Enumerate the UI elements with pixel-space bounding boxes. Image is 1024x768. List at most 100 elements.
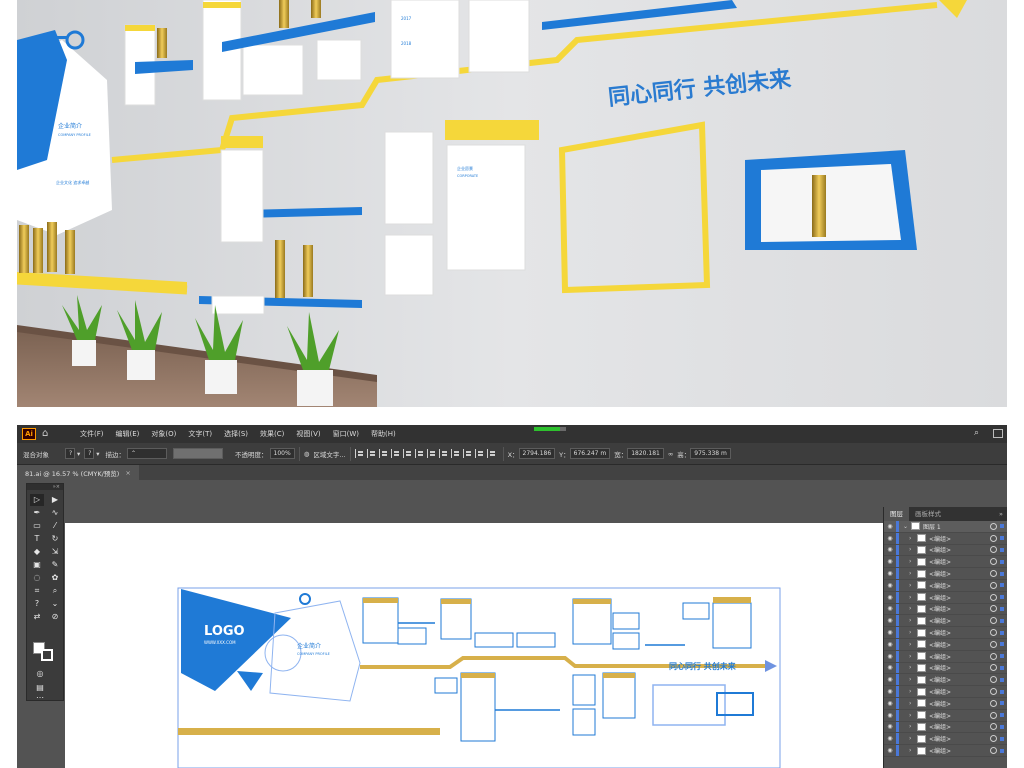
group-row[interactable]: ◉ › <编组> xyxy=(884,745,1007,757)
expand-icon[interactable]: › xyxy=(909,723,917,730)
layer-row[interactable]: ◉ ⌄ 图层 1 xyxy=(884,521,1007,533)
distribute-center-icon[interactable] xyxy=(474,449,484,458)
target-icon[interactable] xyxy=(990,581,997,589)
menu-window[interactable]: 窗口(W) xyxy=(333,429,359,439)
eye-icon[interactable]: ◉ xyxy=(884,712,896,719)
eye-icon[interactable]: ◉ xyxy=(884,629,896,636)
eye-icon[interactable]: ◉ xyxy=(884,641,896,648)
eye-icon[interactable]: ◉ xyxy=(884,570,896,577)
expand-icon[interactable]: › xyxy=(909,641,917,648)
eyedropper-tool-icon[interactable]: ✎ xyxy=(48,559,62,571)
artboard[interactable]: LOGO WWW.XXX.COM 企业简介 COMPANY PROFILE 同心… xyxy=(65,523,883,768)
distribute-left-icon[interactable] xyxy=(462,449,472,458)
stroke-swatch[interactable]: ? xyxy=(84,448,95,459)
target-icon[interactable] xyxy=(990,546,997,554)
expand-icon[interactable]: › xyxy=(909,676,917,683)
rotate-tool-icon[interactable]: ↻ xyxy=(48,533,62,545)
group-row[interactable]: ◉ › <编组> xyxy=(884,650,1007,663)
expand-icon[interactable]: › xyxy=(909,617,917,624)
group-row[interactable]: ◉ › <编组> xyxy=(884,697,1007,710)
blend-tool-icon[interactable]: ◌ xyxy=(30,572,44,584)
eye-icon[interactable]: ◉ xyxy=(884,582,896,589)
scale-tool-icon[interactable]: ⇲ xyxy=(48,546,62,558)
group-row[interactable]: ◉ › <编组> xyxy=(884,579,1007,592)
eye-icon[interactable]: ◉ xyxy=(884,735,896,742)
expand-icon[interactable]: › xyxy=(909,546,917,553)
target-icon[interactable] xyxy=(990,688,997,696)
group-row[interactable]: ◉ › <编组> xyxy=(884,532,1007,545)
group-row[interactable]: ◉ › <编组> xyxy=(884,591,1007,604)
rectangle-tool-icon[interactable]: ▭ xyxy=(30,520,44,532)
y-input[interactable]: 676.247 m xyxy=(569,448,611,459)
eye-icon[interactable]: ◉ xyxy=(884,546,896,553)
expand-icon[interactable]: › xyxy=(909,605,917,612)
target-icon[interactable] xyxy=(990,676,997,684)
group-row[interactable]: ◉ › <编组> xyxy=(884,686,1007,698)
target-icon[interactable] xyxy=(990,711,997,719)
eye-icon[interactable]: ◉ xyxy=(884,723,896,730)
eye-icon[interactable]: ◉ xyxy=(884,617,896,624)
expand-icon[interactable]: › xyxy=(909,570,917,577)
type-tool-icon[interactable]: T xyxy=(30,533,44,545)
group-row[interactable]: ◉ › <编组> xyxy=(884,733,1007,746)
tab-layers[interactable]: 图层 xyxy=(884,507,909,521)
target-icon[interactable] xyxy=(990,593,997,601)
distribute-top-icon[interactable] xyxy=(426,449,436,458)
close-icon[interactable]: × xyxy=(125,469,130,477)
expand-icon[interactable]: › xyxy=(909,653,917,660)
target-icon[interactable] xyxy=(990,723,997,731)
recolor-icon[interactable]: ◍ xyxy=(304,450,310,458)
align-center-icon[interactable] xyxy=(366,449,376,458)
hand-tool-icon[interactable]: ? xyxy=(30,598,44,610)
align-left-icon[interactable] xyxy=(354,449,364,458)
eye-icon[interactable]: ◉ xyxy=(884,535,896,542)
group-row[interactable]: ◉ › <编组> xyxy=(884,544,1007,557)
curvature-tool-icon[interactable]: ∿ xyxy=(48,507,62,519)
menu-select[interactable]: 选择(S) xyxy=(224,429,248,439)
chevron-down-icon[interactable]: ⌄ xyxy=(48,598,62,610)
brush-tool-icon[interactable]: ⁄ xyxy=(48,520,62,532)
menu-edit[interactable]: 编辑(E) xyxy=(116,429,140,439)
expand-icon[interactable]: › xyxy=(909,688,917,695)
opacity-input[interactable]: 100% xyxy=(269,448,295,459)
menu-view[interactable]: 视图(V) xyxy=(296,429,320,439)
expand-icon[interactable]: › xyxy=(909,629,917,636)
width-input[interactable]: 1820.181 xyxy=(627,448,664,459)
expand-icon[interactable]: › xyxy=(909,700,917,707)
chevron-down-icon[interactable]: ▾ xyxy=(96,450,99,458)
expand-icon[interactable]: › xyxy=(909,535,917,542)
menu-effect[interactable]: 效果(C) xyxy=(260,429,284,439)
group-row[interactable]: ◉ › <编组> xyxy=(884,568,1007,580)
swap-colors-icon[interactable]: ⇄ xyxy=(30,611,44,623)
x-input[interactable]: 2794.186 xyxy=(518,448,556,459)
fill-swatch[interactable]: ? xyxy=(65,448,75,459)
expand-icon[interactable]: › xyxy=(909,747,917,754)
target-icon[interactable] xyxy=(990,664,997,672)
menu-file[interactable]: 文件(F) xyxy=(80,429,104,439)
group-row[interactable]: ◉ › <编组> xyxy=(884,709,1007,722)
distribute-bottom-icon[interactable] xyxy=(450,449,460,458)
group-row[interactable]: ◉ › <编组> xyxy=(884,721,1007,734)
eye-icon[interactable]: ◉ xyxy=(884,747,896,754)
group-row[interactable]: ◉ › <编组> xyxy=(884,638,1007,651)
target-icon[interactable] xyxy=(990,570,997,578)
target-icon[interactable] xyxy=(990,534,997,542)
group-row[interactable]: ◉ › <编组> xyxy=(884,615,1007,628)
target-icon[interactable] xyxy=(990,605,997,613)
menu-object[interactable]: 对象(O) xyxy=(151,429,176,439)
align-middle-icon[interactable] xyxy=(402,449,412,458)
area-type-label[interactable]: 区域文字... xyxy=(313,449,345,459)
zoom-tool-icon[interactable]: ⌕ xyxy=(48,585,62,597)
eraser-tool-icon[interactable]: ◆ xyxy=(30,546,44,558)
none-color-icon[interactable]: ⊘ xyxy=(48,611,62,623)
menu-help[interactable]: 帮助(H) xyxy=(371,429,396,439)
group-row[interactable]: ◉ › <编组> xyxy=(884,627,1007,639)
expand-icon[interactable]: › xyxy=(909,735,917,742)
target-icon[interactable] xyxy=(990,558,997,566)
panel-menu-icon[interactable]: » xyxy=(999,510,1003,518)
expand-icon[interactable]: › xyxy=(909,558,917,565)
eye-icon[interactable]: ◉ xyxy=(884,664,896,671)
group-row[interactable]: ◉ › <编组> xyxy=(884,556,1007,569)
eye-icon[interactable]: ◉ xyxy=(884,688,896,695)
distribute-middle-icon[interactable] xyxy=(438,449,448,458)
